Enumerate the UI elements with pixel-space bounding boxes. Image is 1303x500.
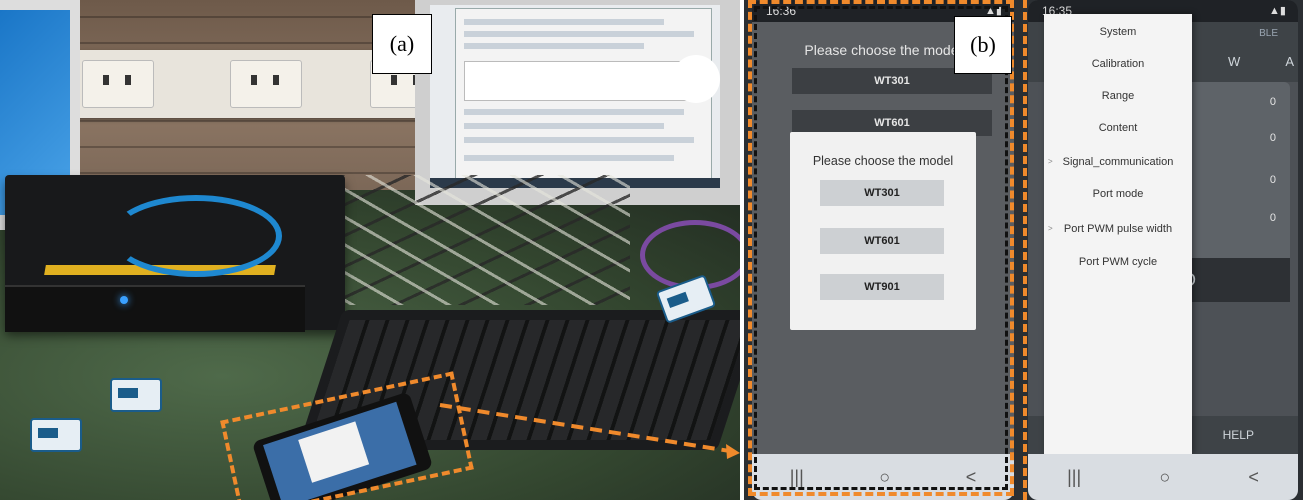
menu-item-label: Content bbox=[1098, 122, 1138, 134]
menu-item-label: Calibration bbox=[1091, 58, 1145, 70]
panel-label-a: (a) bbox=[372, 14, 432, 74]
menu-item-label: Signal_communication bbox=[1062, 156, 1174, 168]
menu-item-port-pwm-pulse-width[interactable]: > Port PWM pulse width bbox=[1044, 213, 1192, 245]
menu-item-system[interactable]: System bbox=[1044, 16, 1192, 48]
panel-label-b: (b) bbox=[954, 16, 1012, 74]
menu-item-range[interactable]: Range bbox=[1044, 80, 1192, 112]
menu-item-label: Port PWM pulse width bbox=[1063, 223, 1173, 235]
menu-item-port-mode[interactable]: Port mode bbox=[1044, 178, 1192, 210]
menu-item-label: Range bbox=[1101, 90, 1135, 102]
home-icon[interactable]: ○ bbox=[1159, 467, 1170, 488]
tab-a[interactable]: A bbox=[1285, 54, 1294, 69]
recent-apps-icon[interactable]: ||| bbox=[1067, 467, 1081, 488]
menu-item-label: Port mode bbox=[1092, 188, 1144, 200]
side-menu: System Calibration Range Content > Signal… bbox=[1044, 14, 1192, 454]
menu-item-label: System bbox=[1099, 26, 1137, 38]
menu-item-port-pwm-cycle[interactable]: Port PWM cycle bbox=[1044, 246, 1192, 278]
phone-settings-menu: 16:35 ▲▮ BLE W A 0 0 0 0 RD HELP System … bbox=[1028, 0, 1298, 500]
menu-item-label: Port PWM cycle bbox=[1078, 256, 1158, 268]
menu-item-content[interactable]: Content bbox=[1044, 112, 1192, 144]
caret-icon: > bbox=[1048, 224, 1053, 233]
caret-icon: > bbox=[1048, 157, 1053, 166]
value-readout: 0 bbox=[1269, 212, 1276, 224]
value-readout: 0 bbox=[1269, 96, 1276, 108]
panel-divider bbox=[1023, 0, 1027, 500]
value-readout: 0 bbox=[1269, 132, 1276, 144]
phone-highlight-box bbox=[748, 0, 1014, 496]
photo-panel-a: (a) bbox=[0, 0, 740, 500]
ble-label[interactable]: BLE bbox=[1259, 28, 1278, 39]
menu-item-calibration[interactable]: Calibration bbox=[1044, 48, 1192, 80]
android-nav-bar: ||| ○ < bbox=[1028, 454, 1298, 500]
signal-icon: ▲▮ bbox=[1269, 5, 1286, 17]
photo-panel-b: 16:36 ▲▮ Please choose the model WT301 W… bbox=[744, 0, 1303, 500]
value-readout: 0 bbox=[1269, 174, 1276, 186]
back-icon[interactable]: < bbox=[1248, 467, 1259, 488]
callout-arrow bbox=[439, 403, 740, 459]
tab-w[interactable]: W bbox=[1228, 54, 1240, 69]
menu-item-signal-communication[interactable]: > Signal_communication bbox=[1044, 146, 1192, 178]
